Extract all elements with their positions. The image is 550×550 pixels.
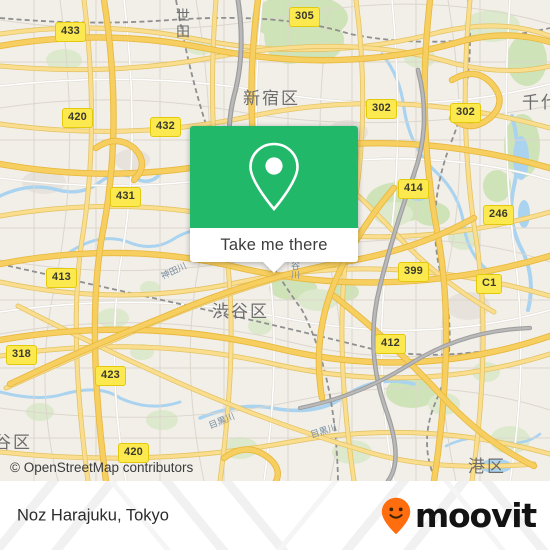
place-label-setagaya-top: 世田	[174, 8, 190, 40]
road-shield: 318	[6, 345, 37, 365]
road-shield: 412	[375, 334, 406, 354]
map-pin-icon	[249, 142, 299, 211]
road-shield: 413	[46, 268, 77, 288]
map-viewport[interactable]: .w { fill:none; stroke:#aad3f0; stroke-l…	[0, 0, 550, 481]
take-me-there-label: Take me there	[220, 235, 328, 254]
footer-bar: Noz Harajuku, Tokyo moovit	[0, 481, 550, 550]
road-shield: 420	[62, 108, 93, 128]
place-label-shibuya: 渋谷区	[212, 302, 269, 322]
road-shield: 302	[450, 103, 481, 123]
moovit-logo[interactable]: moovit	[381, 496, 537, 535]
road-shield: 399	[398, 262, 429, 282]
moovit-pin-icon	[381, 497, 411, 534]
place-label-setagaya: 谷区	[0, 433, 32, 453]
callout-image-panel	[190, 126, 358, 228]
moovit-wordmark: moovit	[414, 496, 537, 535]
road-shield: 302	[366, 99, 397, 119]
road-shield: 431	[110, 187, 141, 207]
road-shield: 423	[95, 366, 126, 386]
road-shield: C1	[476, 274, 503, 294]
location-title: Noz Harajuku, Tokyo	[17, 506, 169, 524]
callout-action-panel[interactable]: Take me there	[190, 228, 358, 262]
road-shield: 433	[55, 22, 86, 42]
road-shield: 246	[483, 205, 514, 225]
road-shield: 305	[289, 7, 320, 27]
callout-pointer-tail	[263, 262, 285, 273]
road-shield: 414	[398, 179, 429, 199]
place-label-minato: 港区	[468, 457, 506, 477]
location-callout-card[interactable]: Take me there	[190, 126, 358, 273]
road-shield: 432	[150, 117, 181, 137]
place-label-chiyoda: 千代	[522, 93, 550, 113]
place-label-shinjuku: 新宿区	[243, 89, 300, 109]
osm-attribution[interactable]: © OpenStreetMap contributors	[10, 460, 193, 475]
